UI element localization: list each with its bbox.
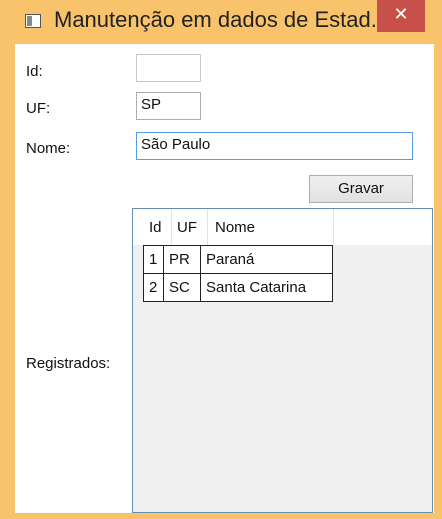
nome-label: Nome:: [26, 140, 71, 157]
column-divider[interactable]: [171, 209, 172, 245]
save-button[interactable]: Gravar: [309, 175, 413, 203]
row-uf-cell: SC: [169, 279, 190, 296]
table-row[interactable]: 2 SC Santa Catarina: [143, 273, 333, 302]
close-icon: ✕: [393, 4, 409, 24]
grid-header: Id UF Nome: [133, 209, 432, 245]
row-uf-cell: PR: [169, 251, 190, 268]
main-window: Manutenção em dados de Estad... ✕ Id: UF…: [0, 0, 442, 519]
close-button[interactable]: ✕: [377, 0, 425, 32]
column-header-uf[interactable]: UF: [177, 219, 197, 236]
column-divider[interactable]: [333, 209, 334, 245]
nome-field[interactable]: São Paulo: [136, 132, 413, 160]
records-grid[interactable]: Id UF Nome 1 PR Paraná 2 SC Santa Catari…: [132, 208, 433, 513]
window-app-icon[interactable]: [25, 14, 41, 28]
row-id-cell: 1: [149, 251, 158, 268]
uf-label: UF:: [26, 100, 51, 117]
row-nome-cell: Santa Catarina: [206, 279, 307, 296]
row-nome-cell: Paraná: [206, 251, 255, 268]
registered-label: Registrados:: [26, 355, 111, 372]
title-bar[interactable]: Manutenção em dados de Estad... ✕: [0, 0, 442, 44]
uf-field[interactable]: SP: [136, 92, 201, 120]
row-id-cell: 2: [149, 279, 158, 296]
column-divider[interactable]: [207, 209, 208, 245]
id-label: Id:: [26, 63, 43, 80]
window-title: Manutenção em dados de Estad...: [54, 7, 390, 32]
id-field[interactable]: [136, 54, 201, 82]
column-header-id[interactable]: Id: [149, 219, 162, 236]
form-area: Id: UF: SP Nome: São Paulo Gravar Regist…: [15, 44, 434, 513]
table-row[interactable]: 1 PR Paraná: [143, 245, 333, 274]
column-header-nome[interactable]: Nome: [215, 219, 255, 236]
